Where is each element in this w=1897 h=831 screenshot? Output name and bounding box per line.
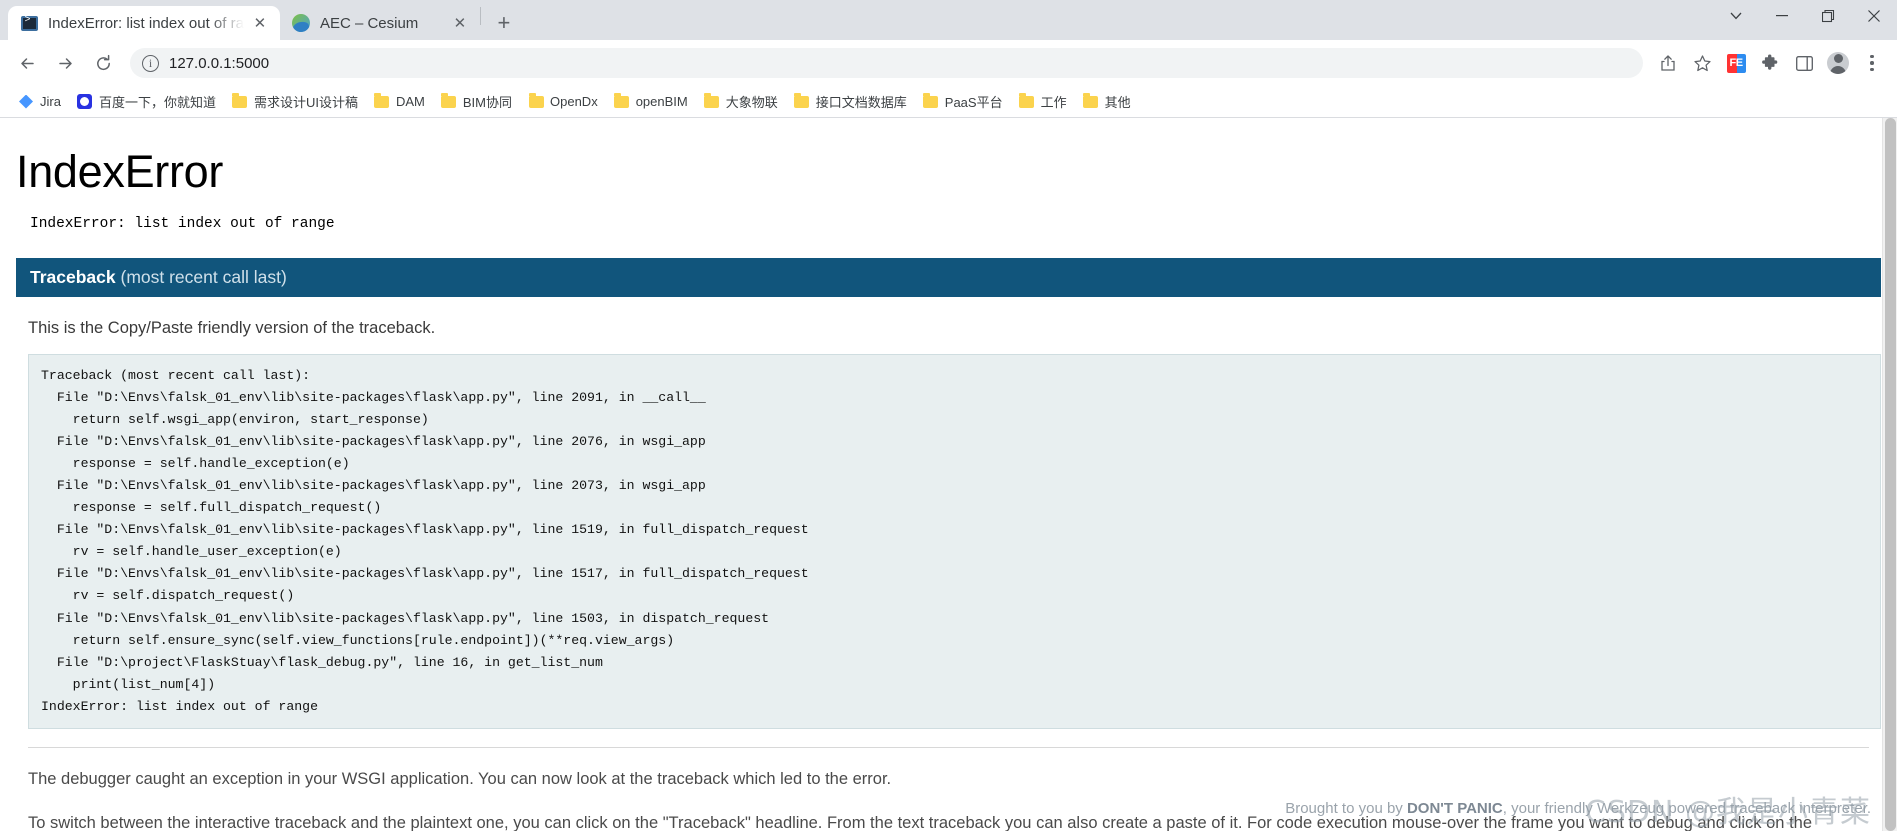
- reload-button[interactable]: [87, 47, 119, 79]
- bookmark-folder-ui-design[interactable]: 需求设计UI设计稿: [224, 88, 366, 115]
- back-button[interactable]: [11, 47, 43, 79]
- bookmark-label: BIM协同: [462, 95, 512, 110]
- traceback-headline-rest: (most recent call last): [115, 267, 287, 287]
- tab-title: IndexError: list index out of ra: [48, 14, 244, 32]
- bookmark-label: 大象物联: [725, 95, 778, 110]
- minimize-icon[interactable]: [1759, 0, 1805, 32]
- address-bar[interactable]: i 127.0.0.1:5000: [130, 48, 1643, 78]
- side-panel-icon[interactable]: [1789, 48, 1819, 78]
- tab-title: AEC – Cesium: [319, 14, 419, 32]
- bookmark-label: OpenDx: [550, 94, 598, 109]
- werkzeug-debugger: IndexError IndexError: list index out of…: [0, 146, 1897, 831]
- page-scrollbar-thumb[interactable]: [1885, 118, 1896, 831]
- folder-icon: [704, 92, 720, 110]
- bookmark-folder-dam[interactable]: DAM: [366, 90, 433, 114]
- tab-close-icon[interactable]: ✕: [450, 13, 470, 33]
- bookmark-folder-bim[interactable]: BIM协同: [433, 88, 520, 115]
- traceback-headline[interactable]: Traceback (most recent call last): [16, 258, 1881, 297]
- jira-icon: [18, 94, 34, 110]
- bookmark-baidu[interactable]: 百度一下，你就知道: [69, 88, 224, 115]
- bookmark-label: PaaS平台: [944, 95, 1003, 110]
- close-icon[interactable]: [1851, 0, 1897, 32]
- bookmark-label: 其他: [1104, 95, 1131, 110]
- bookmark-folder-iot[interactable]: 大象物联: [696, 88, 786, 115]
- bookmark-jira[interactable]: Jira: [10, 90, 69, 114]
- bookmark-star-icon[interactable]: [1687, 48, 1717, 78]
- folder-icon: [614, 92, 630, 110]
- browser-window: IndexError: list index out of ra ✕ AEC –…: [0, 0, 1897, 831]
- page-scrollbar[interactable]: [1882, 118, 1897, 831]
- tab-indexerror[interactable]: IndexError: list index out of ra ✕: [8, 6, 280, 40]
- copy-paste-note: This is the Copy/Paste friendly version …: [28, 319, 436, 337]
- extension-fe-icon[interactable]: FE: [1721, 48, 1751, 78]
- bookmark-label: openBIM: [635, 94, 688, 109]
- folder-icon: [441, 92, 457, 110]
- folder-icon: [374, 92, 390, 110]
- folder-icon: [528, 92, 544, 110]
- folder-icon: [232, 92, 248, 110]
- error-message: IndexError: list index out of range: [30, 216, 335, 232]
- page-title: IndexError: [16, 146, 224, 197]
- avatar: [1827, 52, 1849, 74]
- browser-toolbar: i 127.0.0.1:5000 FE: [0, 40, 1897, 86]
- extensions-puzzle-icon[interactable]: [1755, 48, 1785, 78]
- bookmark-label: 接口文档数据库: [815, 95, 907, 110]
- folder-icon: [1083, 92, 1099, 110]
- tab-separator: [479, 7, 481, 25]
- bookmark-label: 百度一下，你就知道: [98, 95, 216, 110]
- bookmark-label: DAM: [395, 94, 425, 109]
- bookmark-label: Jira: [40, 94, 61, 109]
- folder-icon: [794, 92, 810, 110]
- share-icon[interactable]: [1653, 48, 1683, 78]
- bookmark-folder-work[interactable]: 工作: [1011, 88, 1075, 115]
- profile-avatar-icon[interactable]: [1823, 48, 1853, 78]
- bookmark-folder-openbim[interactable]: openBIM: [606, 90, 696, 114]
- baidu-icon: [77, 94, 93, 110]
- bookmark-folder-paas[interactable]: PaaS平台: [915, 88, 1011, 115]
- bookmark-folder-other[interactable]: 其他: [1075, 88, 1139, 115]
- csdn-watermark: CSDN @我是小青菜: [1584, 795, 1871, 830]
- page-viewport: IndexError IndexError: list index out of…: [0, 118, 1897, 831]
- footer-prefix: Brought to you by: [1285, 800, 1407, 817]
- site-info-icon[interactable]: i: [142, 54, 159, 72]
- tab-aec-cesium[interactable]: AEC – Cesium ✕: [279, 6, 480, 40]
- divider: [28, 746, 1869, 748]
- traceback-headline-bold: Traceback: [30, 267, 116, 287]
- tab-search-icon[interactable]: [1713, 0, 1759, 32]
- forward-button[interactable]: [49, 47, 81, 79]
- bookmark-folder-opendx[interactable]: OpenDx: [520, 90, 606, 114]
- bookmarks-bar: Jira 百度一下，你就知道 需求设计UI设计稿 DAM BIM协同 OpenD…: [0, 86, 1897, 118]
- cesium-icon: [291, 14, 310, 32]
- terminal-icon: [20, 14, 38, 32]
- bookmark-label: 需求设计UI设计稿: [253, 95, 358, 110]
- traceback-code-block[interactable]: Traceback (most recent call last): File …: [28, 354, 1881, 729]
- three-dot-menu-icon[interactable]: [1857, 48, 1887, 78]
- folder-icon: [1019, 92, 1035, 110]
- maximize-icon[interactable]: [1805, 0, 1851, 32]
- tab-strip: IndexError: list index out of ra ✕ AEC –…: [0, 0, 1897, 40]
- footer-brand: DON'T PANIC: [1406, 800, 1503, 817]
- url-text[interactable]: 127.0.0.1:5000: [169, 55, 269, 72]
- folder-icon: [923, 92, 939, 110]
- bookmark-label: 工作: [1040, 95, 1067, 110]
- bookmark-folder-api-docs[interactable]: 接口文档数据库: [786, 88, 915, 115]
- tab-close-icon[interactable]: ✕: [250, 13, 270, 33]
- new-tab-button[interactable]: +: [487, 8, 521, 38]
- window-controls: [1713, 0, 1897, 32]
